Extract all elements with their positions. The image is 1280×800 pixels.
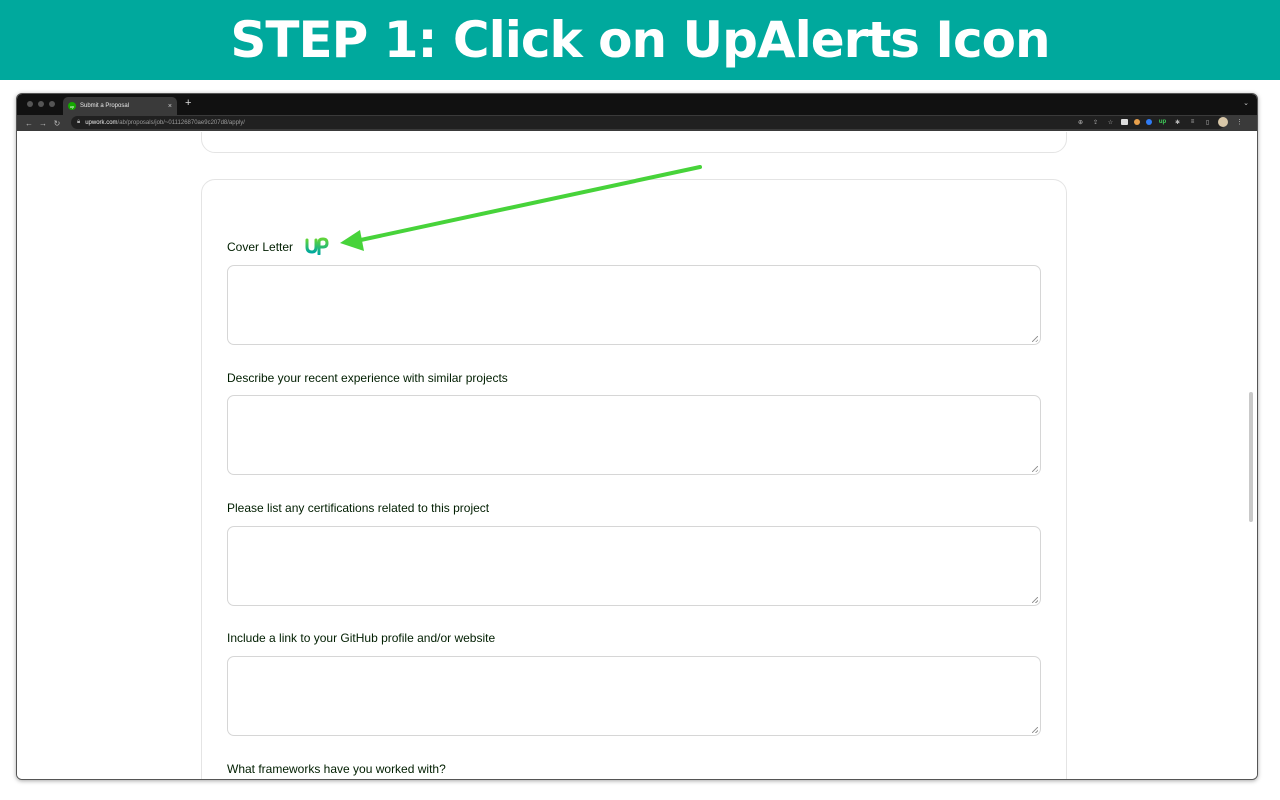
cover-letter-label: Cover Letter [227, 240, 294, 254]
lock-icon[interactable]: 🔒︎ [77, 119, 80, 126]
window-controls[interactable] [27, 101, 55, 107]
back-arrow-icon[interactable]: ← [22, 119, 36, 128]
zoom-icon[interactable]: ⊕ [1076, 118, 1085, 127]
resize-handle-icon[interactable] [1032, 466, 1038, 472]
upalerts-icon[interactable] [305, 237, 329, 255]
question-label-experience: Describe your recent experience with sim… [227, 371, 508, 385]
extension-3-icon[interactable] [1146, 119, 1152, 125]
page-scrollbar[interactable] [1249, 392, 1253, 522]
github-textarea[interactable] [227, 656, 1041, 736]
url-path: /ab/proposals/job/~011126870ae9c207d8/ap… [117, 119, 245, 126]
experience-textarea[interactable] [227, 395, 1041, 475]
url-host: upwork.com [85, 119, 118, 126]
certifications-textarea[interactable] [227, 526, 1041, 606]
question-label-frameworks: What frameworks have you worked with? [227, 762, 446, 776]
question-label-github: Include a link to your GitHub profile an… [227, 631, 496, 645]
side-panel-icon[interactable]: ▯ [1203, 118, 1212, 127]
puzzle-icon[interactable]: ✱ [1173, 118, 1182, 127]
share-icon[interactable]: ⇪ [1091, 118, 1100, 127]
instruction-banner: STEP 1: Click on UpAlerts Icon [0, 0, 1280, 80]
resize-handle-icon[interactable] [1032, 727, 1038, 733]
extension-1-icon[interactable] [1121, 119, 1128, 125]
upwork-favicon-icon: up [68, 102, 76, 110]
maximize-window-button[interactable] [49, 101, 55, 107]
tab-close-icon[interactable]: × [168, 103, 172, 110]
reload-icon[interactable]: ↻ [50, 119, 64, 128]
minimize-window-button[interactable] [38, 101, 44, 107]
address-bar[interactable]: 🔒︎ upwork.com /ab/proposals/job/~0111268… [71, 116, 1225, 129]
profile-avatar-icon[interactable] [1218, 117, 1228, 127]
browser-toolbar: ← → ↻ 🔒︎ upwork.com /ab/proposals/job/~0… [17, 115, 1257, 131]
extension-2-icon[interactable] [1134, 119, 1140, 125]
new-tab-button[interactable]: + [185, 98, 191, 109]
tab-title: Submit a Proposal [80, 103, 130, 109]
browser-window: up Submit a Proposal × + ⌄ ← → ↻ 🔒︎ upwo… [16, 93, 1258, 780]
instruction-title: STEP 1: Click on UpAlerts Icon [230, 11, 1050, 69]
bookmark-star-icon[interactable]: ☆ [1106, 118, 1115, 127]
close-window-button[interactable] [27, 101, 33, 107]
question-label-certifications: Please list any certifications related t… [227, 501, 490, 515]
resize-handle-icon[interactable] [1032, 336, 1038, 342]
upalerts-extension-icon[interactable]: up [1158, 118, 1167, 127]
tab-submit-proposal[interactable]: up Submit a Proposal × [63, 97, 177, 115]
forward-arrow-icon[interactable]: → [36, 119, 50, 128]
extension-toolbar: ⊕ ⇪ ☆ up ✱ ≡ ▯ ⋮ [1076, 117, 1243, 127]
cover-letter-textarea[interactable] [227, 265, 1041, 345]
page-viewport: Cover Letter Describe your recent experi… [17, 132, 1257, 779]
tab-bar: up Submit a Proposal × + ⌄ [17, 94, 1257, 115]
reading-list-icon[interactable]: ≡ [1188, 118, 1197, 127]
previous-section-card [201, 132, 1067, 153]
menu-kebab-icon[interactable]: ⋮ [1236, 118, 1243, 126]
tab-search-chevron-icon[interactable]: ⌄ [1243, 99, 1249, 107]
resize-handle-icon[interactable] [1032, 597, 1038, 603]
